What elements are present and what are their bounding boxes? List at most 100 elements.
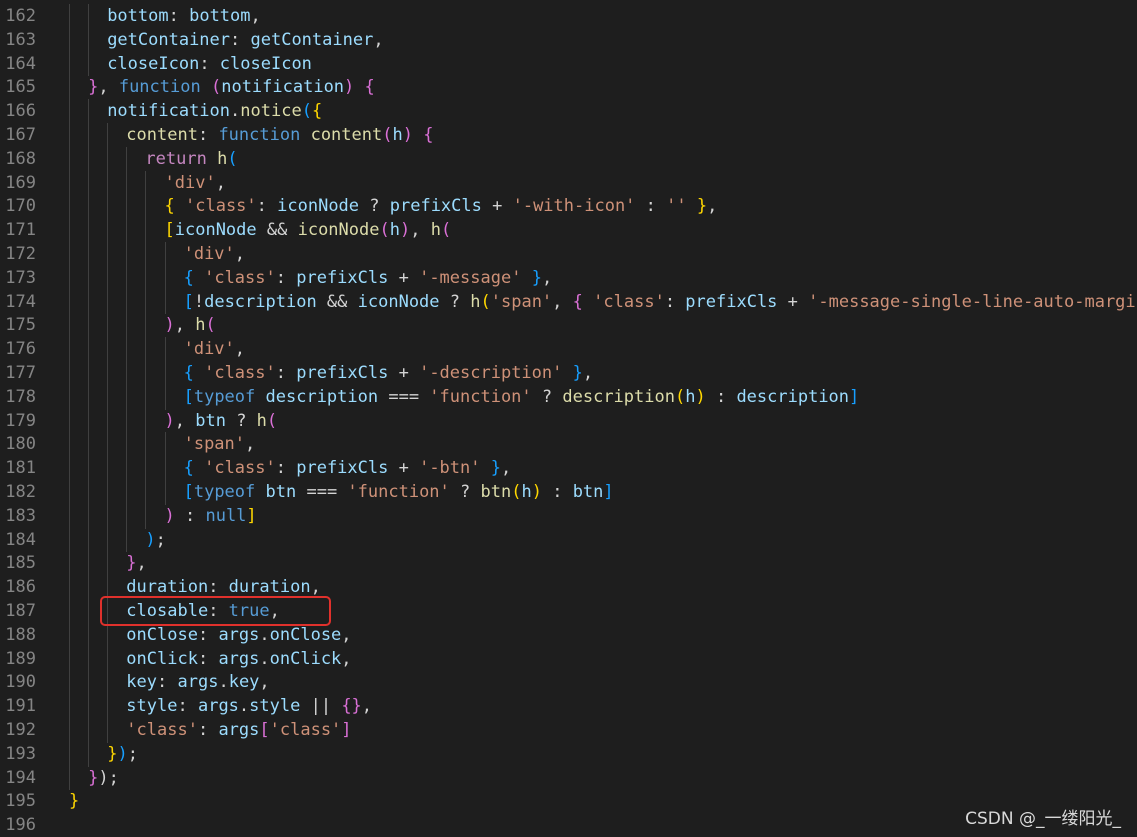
indent-guide bbox=[126, 408, 128, 434]
code-token: 'function' bbox=[347, 482, 450, 502]
code-token: } bbox=[572, 363, 583, 383]
code-token: notification bbox=[221, 77, 345, 98]
code-token: function bbox=[218, 125, 301, 145]
indent-guide bbox=[69, 4, 70, 29]
code-text: 'div', bbox=[184, 242, 245, 266]
line-number: 191 bbox=[5, 696, 36, 717]
code-text: } bbox=[69, 789, 79, 813]
code-token: : bbox=[208, 577, 229, 598]
code-text: }); bbox=[88, 766, 119, 790]
code-text: [!description && iconNode ? h('span', { … bbox=[184, 290, 1137, 314]
code-token: ( bbox=[210, 77, 222, 98]
indent-guide bbox=[69, 170, 70, 196]
code-text: content: function content(h) { bbox=[126, 123, 433, 147]
indent-guide bbox=[145, 289, 147, 315]
line-number: 186 bbox=[5, 577, 36, 598]
code-token: null bbox=[205, 505, 247, 526]
line-number: 179 bbox=[5, 410, 36, 431]
indent-guide bbox=[145, 503, 147, 529]
indent-guide bbox=[145, 218, 147, 243]
code-token: btn bbox=[480, 482, 512, 502]
line-number: 166 bbox=[5, 101, 36, 122]
code-token: { bbox=[572, 291, 583, 312]
code-token: + bbox=[388, 267, 420, 288]
indent-guide bbox=[126, 170, 128, 196]
code-token: ( bbox=[301, 101, 312, 122]
indent-guide bbox=[145, 480, 147, 505]
code-token: [ bbox=[183, 482, 194, 502]
code-token: ( bbox=[205, 315, 216, 336]
indent-guide bbox=[69, 75, 70, 101]
indent-guide bbox=[69, 313, 70, 339]
indent-guide bbox=[107, 265, 109, 291]
indent-guide bbox=[145, 456, 147, 481]
code-token: prefixCls bbox=[389, 196, 482, 217]
code-text: 'class': args['class'] bbox=[126, 718, 351, 742]
code-token: ) bbox=[145, 529, 156, 550]
indent-guide bbox=[107, 194, 109, 220]
indent-guide bbox=[88, 123, 90, 148]
indent-guide bbox=[88, 337, 90, 362]
code-token: , bbox=[215, 172, 226, 193]
code-token: ? bbox=[225, 410, 257, 431]
indent-guide bbox=[107, 694, 109, 719]
code-token: 'class' bbox=[204, 267, 276, 288]
code-text: onClose: args.onClose, bbox=[126, 623, 351, 647]
indent-guide bbox=[126, 527, 128, 553]
code-token: : bbox=[197, 624, 219, 645]
code-token: , bbox=[410, 220, 431, 241]
indent-guide bbox=[88, 242, 90, 267]
line-number: 173 bbox=[5, 267, 36, 288]
code-token: content bbox=[310, 125, 383, 145]
indent-guide bbox=[164, 337, 166, 362]
indent-guide bbox=[107, 646, 109, 672]
indent-guide bbox=[107, 503, 109, 529]
indent-guide bbox=[69, 670, 70, 696]
code-token: 'class' bbox=[593, 291, 665, 312]
code-token: 'span' bbox=[183, 434, 246, 455]
indent-guide bbox=[126, 313, 128, 339]
code-token: ] bbox=[341, 720, 352, 740]
indent-guide bbox=[69, 361, 70, 386]
code-text: { 'class': prefixCls + '-btn' }, bbox=[184, 456, 512, 480]
code-editor[interactable]: 162 bottom: bottom, 163 getContainer: getCo… bbox=[0, 0, 1137, 837]
code-token: h bbox=[685, 386, 696, 407]
code-token: ( bbox=[379, 220, 390, 241]
code-token: 'div' bbox=[164, 172, 216, 193]
code-text: onClick: args.onClick, bbox=[126, 647, 351, 671]
code-text: notification.notice({ bbox=[107, 99, 322, 123]
code-token: args bbox=[218, 720, 260, 740]
code-token: === bbox=[378, 386, 430, 407]
line-number: 172 bbox=[5, 244, 36, 264]
indent-guide bbox=[107, 622, 109, 648]
code-token: . bbox=[259, 648, 270, 669]
line-number: 193 bbox=[5, 743, 36, 764]
code-token: 'class' bbox=[185, 196, 257, 217]
line-number: 176 bbox=[5, 339, 36, 360]
code-token: ? bbox=[531, 386, 563, 407]
indent-guide bbox=[69, 599, 70, 624]
indent-guide bbox=[88, 408, 90, 434]
indent-guide bbox=[88, 194, 90, 220]
code-token: , bbox=[373, 29, 384, 50]
code-token: } bbox=[69, 791, 80, 812]
code-token: , bbox=[361, 696, 373, 717]
indent-guide bbox=[69, 51, 70, 77]
indent-guide bbox=[69, 123, 70, 148]
line-number: 180 bbox=[5, 434, 36, 455]
indent-guide bbox=[88, 51, 90, 77]
indent-guide bbox=[69, 384, 70, 410]
indent-guide bbox=[69, 765, 70, 791]
code-token: } bbox=[531, 267, 542, 288]
code-text: 'div', bbox=[165, 171, 226, 195]
code-token: + bbox=[388, 363, 420, 383]
indent-guide bbox=[107, 170, 109, 196]
indent-guide bbox=[107, 146, 109, 172]
